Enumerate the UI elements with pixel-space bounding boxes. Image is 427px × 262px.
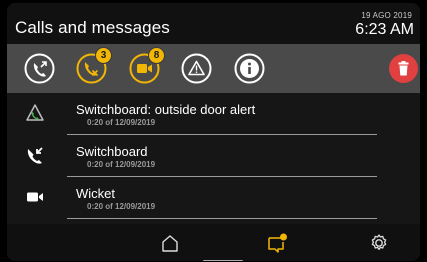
list-item-title: Wicket — [76, 186, 115, 201]
home-icon — [162, 235, 178, 252]
call-log-list: Switchboard: outside door alert 0:20 of … — [7, 93, 420, 219]
list-item-timestamp: 0:20 of 12/09/2019 — [87, 202, 156, 211]
header: Calls and messages 19 AGO 2019 6:23 AM — [7, 3, 420, 44]
phone-incoming-icon — [27, 147, 43, 164]
missed-calls-filter-button[interactable]: 3 — [76, 47, 112, 84]
alert-call-icon — [26, 104, 44, 121]
video-camera-icon — [27, 192, 43, 202]
phone-calls-icon — [24, 53, 55, 84]
list-item-timestamp: 0:20 of 12/09/2019 — [87, 118, 156, 127]
list-item-title: Switchboard — [76, 144, 148, 159]
info-button[interactable] — [234, 53, 265, 84]
info-icon — [234, 53, 265, 84]
list-item[interactable]: Switchboard: outside door alert 0:20 of … — [7, 93, 420, 135]
gear-icon — [371, 234, 387, 251]
calls-and-messages-screen: Calls and messages 19 AGO 2019 6:23 AM 3 — [7, 3, 420, 261]
video-messages-filter-button[interactable]: 8 — [129, 47, 165, 84]
bottom-navigation — [7, 224, 420, 261]
list-item-timestamp: 0:20 of 12/09/2019 — [87, 160, 156, 169]
missed-calls-badge: 3 — [95, 47, 112, 64]
home-indicator-bar[interactable] — [203, 260, 243, 261]
alerts-filter-button[interactable] — [181, 53, 212, 84]
home-button[interactable] — [159, 232, 181, 254]
page-title: Calls and messages — [15, 18, 170, 37]
list-item[interactable]: Wicket 0:20 of 12/09/2019 — [7, 177, 420, 219]
settings-button[interactable] — [368, 232, 390, 254]
trash-icon — [389, 54, 418, 83]
clock-display: 6:23 AM — [355, 21, 414, 38]
date-display: 19 AGO 2019 — [361, 11, 412, 20]
video-messages-badge: 8 — [148, 47, 165, 64]
list-item[interactable]: Switchboard 0:20 of 12/09/2019 — [7, 135, 420, 177]
toolbar: 3 8 — [7, 44, 420, 93]
divider — [67, 218, 377, 219]
messages-nav-button[interactable] — [266, 232, 288, 254]
list-item-title: Switchboard: outside door alert — [76, 102, 256, 117]
warning-icon — [181, 53, 212, 84]
delete-button[interactable] — [388, 53, 419, 84]
chat-notification-icon — [268, 233, 287, 253]
all-calls-filter-button[interactable] — [24, 53, 55, 84]
